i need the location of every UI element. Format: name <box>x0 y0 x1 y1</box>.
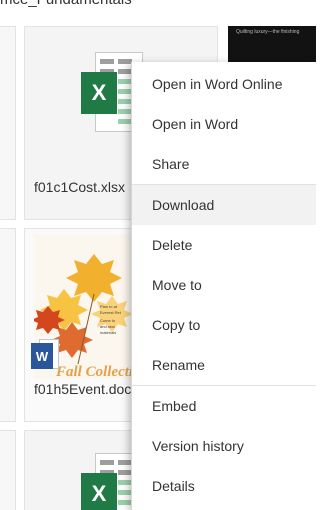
menu-item-share[interactable]: Share <box>132 144 316 184</box>
file-tile-partial[interactable] <box>0 430 16 510</box>
onedrive-files-view: mce_Fundamentals X f01c1Cost.xlsx <box>0 0 316 510</box>
menu-item-download[interactable]: Download <box>132 185 316 225</box>
menu-item-rename[interactable]: Rename <box>132 345 316 385</box>
menu-item-move-to[interactable]: Move to <box>132 265 316 305</box>
flyer-body-line: Everest Ret <box>100 310 122 315</box>
menu-item-open-in-word-online[interactable]: Open in Word Online <box>132 64 316 104</box>
context-menu: Open in Word Online Open in Word Share D… <box>131 62 316 510</box>
menu-item-open-in-word[interactable]: Open in Word <box>132 104 316 144</box>
folder-title: mce_Fundamentals <box>0 0 132 8</box>
flyer-headline: Fall Collection <box>55 364 142 379</box>
flyer-body-line: materials <box>100 330 116 335</box>
flyer-body-line: and sew <box>100 324 115 329</box>
menu-item-delete[interactable]: Delete <box>132 225 316 265</box>
file-tile-partial[interactable] <box>0 228 16 422</box>
file-tile-partial[interactable] <box>0 26 16 220</box>
flyer-body-line: Come to <box>100 318 116 323</box>
flyer-body-line: Plan to at <box>100 304 118 309</box>
file-name[interactable]: f01h5Event.doc <box>34 381 131 397</box>
thumbnail-caption: Quilting luxury—the finishing <box>236 29 300 35</box>
menu-item-embed[interactable]: Embed <box>132 386 316 426</box>
menu-item-version-history[interactable]: Version history <box>132 426 316 466</box>
file-name[interactable]: f01c1Cost.xlsx <box>34 179 125 195</box>
menu-item-copy-to[interactable]: Copy to <box>132 305 316 345</box>
menu-item-details[interactable]: Details <box>132 466 316 506</box>
